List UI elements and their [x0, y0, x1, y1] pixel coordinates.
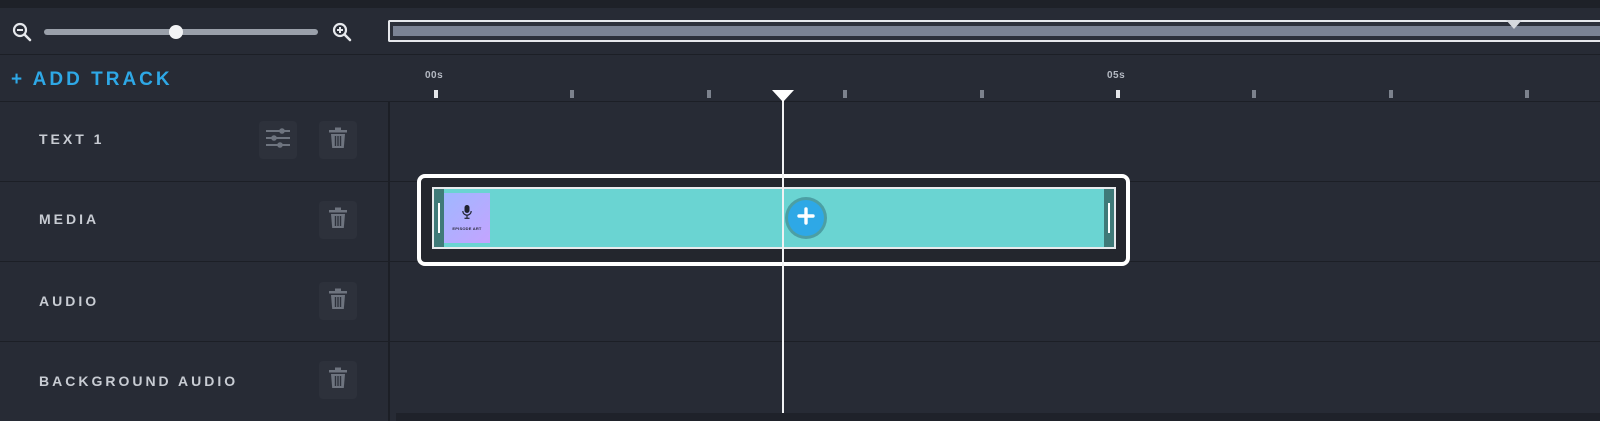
trash-icon — [328, 127, 348, 154]
ruler-tick — [843, 90, 847, 98]
trash-icon — [328, 367, 348, 394]
thumbnail-caption: EPISODE ART — [452, 226, 482, 231]
microphone-icon — [462, 205, 472, 224]
zoom-out-icon[interactable] — [12, 22, 32, 42]
horizontal-scrollbar[interactable] — [396, 413, 1600, 421]
sliders-icon — [265, 127, 291, 154]
track-name: TEXT 1 — [39, 131, 105, 147]
trash-icon — [328, 207, 348, 234]
time-ruler[interactable]: 00s 05s — [390, 56, 1600, 102]
ruler-tick — [707, 90, 711, 98]
ruler-tick — [570, 90, 574, 98]
media-clip[interactable]: EPISODE ART — [432, 187, 1116, 249]
trash-icon — [328, 288, 348, 315]
delete-track-button[interactable] — [319, 361, 357, 399]
top-strip — [0, 0, 1600, 8]
zoom-row — [0, 8, 1600, 55]
add-to-clip-button[interactable] — [788, 200, 824, 236]
delete-track-button[interactable] — [319, 282, 357, 320]
ruler-label: 00s — [425, 70, 444, 81]
playhead-handle[interactable] — [772, 90, 794, 102]
header-row: + ADD TRACK 00s 05s — [0, 56, 1600, 102]
timeline-overview-scrubber[interactable] — [388, 20, 1600, 42]
ruler-label: 05s — [1107, 70, 1126, 81]
zoom-slider-thumb[interactable] — [168, 25, 183, 39]
track-header: AUDIO — [0, 262, 390, 341]
track-lane[interactable] — [392, 342, 1600, 421]
delete-track-button[interactable] — [319, 121, 357, 159]
track-row-audio: AUDIO — [0, 262, 1600, 342]
track-name: BACKGROUND AUDIO — [39, 373, 239, 389]
add-track-button[interactable]: + ADD TRACK — [11, 69, 173, 91]
plus-icon — [797, 206, 815, 230]
ruler-tick — [1116, 90, 1120, 98]
ruler-tick — [434, 90, 438, 98]
track-header: TEXT 1 — [0, 102, 390, 181]
overview-playhead-marker — [1506, 20, 1522, 29]
track-header: BACKGROUND AUDIO — [0, 342, 390, 421]
delete-track-button[interactable] — [319, 201, 357, 239]
track-lane[interactable] — [392, 102, 1600, 181]
track-name: MEDIA — [39, 211, 100, 227]
ruler-tick — [980, 90, 984, 98]
zoom-slider[interactable] — [44, 25, 318, 39]
ruler-tick — [1389, 90, 1393, 98]
overview-range-bar[interactable] — [393, 26, 1600, 36]
timeline-editor: + ADD TRACK 00s 05s TEXT 1 MEDIA AUDIO B… — [0, 0, 1600, 421]
playhead-line[interactable] — [782, 100, 784, 421]
track-row-background-audio: BACKGROUND AUDIO — [0, 342, 1600, 421]
clip-trim-handle-left[interactable] — [434, 189, 444, 247]
zoom-in-icon[interactable] — [332, 22, 352, 42]
track-header: MEDIA — [0, 182, 390, 261]
track-row-text-1: TEXT 1 — [0, 102, 1600, 182]
ruler-tick — [1252, 90, 1256, 98]
track-lane[interactable] — [392, 262, 1600, 341]
clip-thumbnail: EPISODE ART — [444, 193, 490, 243]
track-name: AUDIO — [39, 293, 100, 309]
ruler-tick — [1525, 90, 1529, 98]
clip-trim-handle-right[interactable] — [1104, 189, 1114, 247]
track-settings-button[interactable] — [259, 121, 297, 159]
